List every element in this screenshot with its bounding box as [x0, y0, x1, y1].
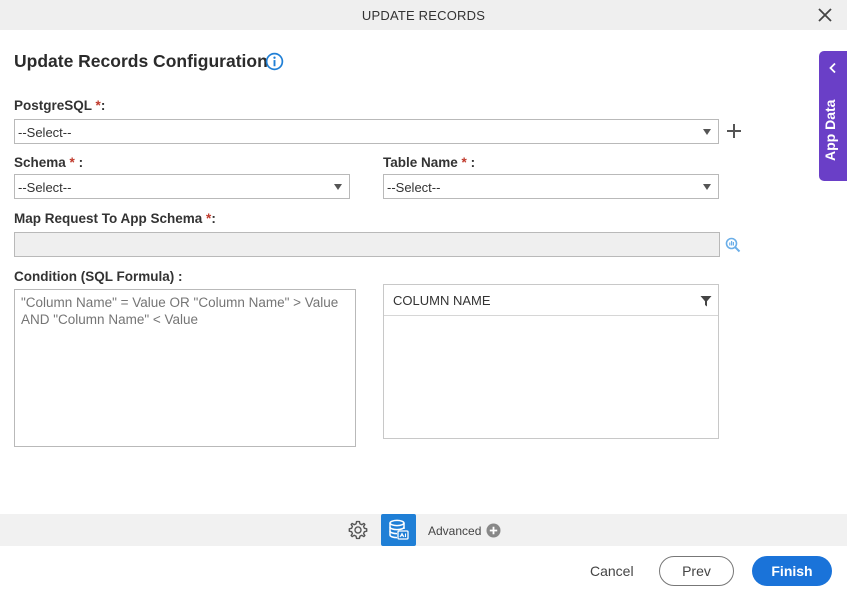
- label-colon: :: [470, 155, 476, 170]
- required-mark: *: [461, 155, 467, 170]
- column-name-panel: COLUMN NAME: [383, 284, 719, 439]
- column-name-header-text: COLUMN NAME: [393, 293, 491, 308]
- required-mark: *: [69, 155, 75, 170]
- info-icon[interactable]: [265, 52, 284, 71]
- label-colon: :: [211, 211, 216, 226]
- map-request-label-text: Map Request To App Schema: [14, 211, 203, 226]
- label-colon: :: [78, 155, 84, 170]
- table-name-label-text: Table Name: [383, 155, 458, 170]
- condition-label: Condition (SQL Formula) :: [14, 269, 183, 284]
- dropdown-arrow-icon: [703, 184, 711, 190]
- table-name-select[interactable]: --Select--: [383, 174, 719, 199]
- app-data-tab[interactable]: App Data: [819, 51, 847, 181]
- dialog-titlebar: UPDATE RECORDS: [0, 0, 847, 30]
- close-icon[interactable]: [817, 7, 833, 23]
- advanced-link[interactable]: Advanced: [428, 524, 481, 538]
- schema-select[interactable]: --Select--: [14, 174, 350, 199]
- condition-textarea[interactable]: [14, 289, 356, 447]
- table-name-label: Table Name * :: [383, 155, 475, 170]
- dropdown-arrow-icon: [703, 129, 711, 135]
- schema-label: Schema * :: [14, 155, 83, 170]
- map-search-icon[interactable]: [725, 237, 741, 253]
- map-request-label: Map Request To App Schema *:: [14, 211, 216, 226]
- bottom-toolbar: Advanced: [0, 514, 847, 546]
- column-name-header: COLUMN NAME: [384, 285, 718, 316]
- schema-select-value: --Select--: [18, 180, 72, 195]
- dropdown-arrow-icon: [334, 184, 342, 190]
- dialog-title: UPDATE RECORDS: [361, 8, 486, 23]
- prev-button[interactable]: Prev: [659, 556, 734, 586]
- postgresql-select[interactable]: --Select--: [14, 119, 719, 144]
- postgresql-select-value: --Select--: [18, 125, 72, 140]
- table-name-select-value: --Select--: [387, 180, 441, 195]
- database-icon: [389, 519, 409, 540]
- gear-icon[interactable]: [347, 519, 369, 541]
- map-request-field[interactable]: [14, 232, 720, 257]
- plus-icon[interactable]: [726, 123, 742, 139]
- postgresql-label: PostgreSQL *:: [14, 98, 105, 113]
- finish-button[interactable]: Finish: [752, 556, 832, 586]
- filter-icon[interactable]: [700, 295, 712, 307]
- database-button[interactable]: [381, 514, 416, 546]
- cancel-button[interactable]: Cancel: [590, 563, 634, 579]
- schema-label-text: Schema: [14, 155, 66, 170]
- postgresql-label-text: PostgreSQL: [14, 98, 92, 113]
- app-data-tab-label: App Data: [822, 99, 838, 161]
- label-colon: :: [100, 98, 106, 113]
- chevron-left-icon: [829, 62, 836, 74]
- page-title: Update Records Configuration: [14, 51, 268, 71]
- add-circle-icon[interactable]: [486, 523, 501, 538]
